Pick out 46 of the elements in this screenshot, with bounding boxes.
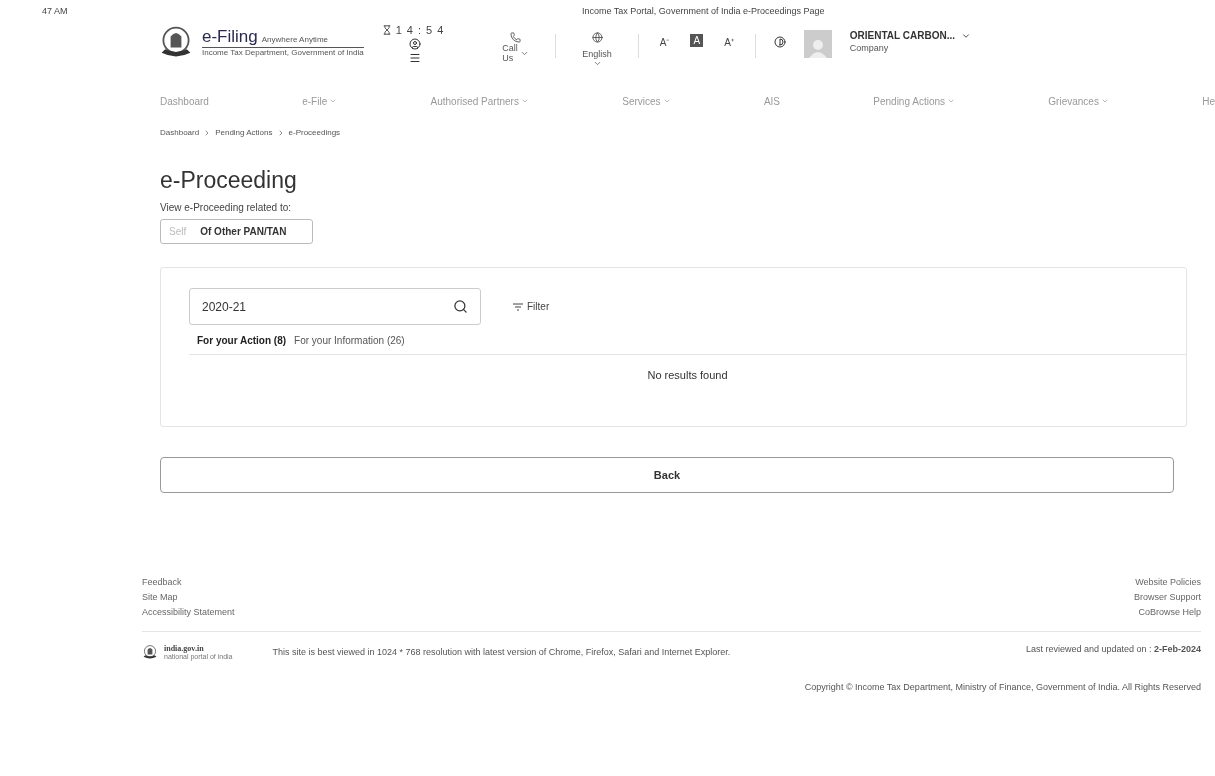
font-size-button[interactable]: A xyxy=(690,34,704,47)
page-title: Income Tax Portal, Government of India e-Proceedings Page xyxy=(582,6,825,18)
hourglass-icon xyxy=(381,25,392,35)
font-size-button[interactable]: A⁻ xyxy=(656,34,673,50)
empty-message: No results found xyxy=(647,369,728,381)
phone-icon xyxy=(510,32,522,43)
print-time: 47 AM xyxy=(42,6,69,18)
breadcrumb-link[interactable]: e-Proceedings xyxy=(288,128,341,137)
font-size-button[interactable]: A⁺ xyxy=(721,34,737,50)
breadcrumb-link[interactable]: Pending Actions xyxy=(215,128,273,137)
footer-link[interactable]: Website Policies xyxy=(1135,577,1201,587)
globe-icon xyxy=(591,32,603,43)
emblem-icon xyxy=(142,644,158,660)
tab[interactable]: For your Information (26) xyxy=(294,335,405,346)
logo-subtitle: Income Tax Department, Government of India xyxy=(202,47,364,57)
filter-icon xyxy=(513,302,523,311)
search-field[interactable]: 2020-21 xyxy=(189,288,481,325)
tab[interactable]: For your Action (8) xyxy=(197,335,287,346)
user-icon[interactable] xyxy=(409,38,421,50)
footer-link[interactable]: CoBrowse Help xyxy=(1138,607,1201,617)
call-us-link[interactable]: Call Us xyxy=(502,43,521,63)
caret-icon xyxy=(592,59,602,68)
related-label: View e-Proceeding related to: xyxy=(160,202,292,213)
logo-tagline: Anywhere Anytime xyxy=(261,35,328,44)
portal-name[interactable]: india.gov.in xyxy=(164,644,233,653)
footer-link[interactable]: Browser Support xyxy=(1133,592,1201,602)
user-name[interactable]: ORIENTAL CARBON... xyxy=(849,30,955,41)
toggle-option[interactable]: Of Other PAN/TAN xyxy=(200,226,287,237)
page-heading: e-Proceeding xyxy=(160,167,298,194)
avatar-icon xyxy=(803,30,832,58)
menu-icon[interactable] xyxy=(409,52,421,64)
last-reviewed: Last reviewed and updated on : 2-Feb-2024 xyxy=(1025,644,1201,654)
filter-button[interactable]: Filter xyxy=(507,300,556,313)
breadcrumb-link[interactable]: Dashboard xyxy=(160,128,200,137)
logo-title: e-Filing xyxy=(202,27,258,47)
language-selector[interactable]: English xyxy=(582,49,612,59)
browser-note: This site is best viewed in 1024 * 768 resolution with latest version of Chrome, Firefox, Safari and Internet Explorer. xyxy=(272,647,731,657)
back-button[interactable]: Back xyxy=(160,457,1174,493)
footer-link[interactable]: Feedback xyxy=(142,577,182,587)
contrast-icon[interactable] xyxy=(773,36,786,48)
session-timer: 14:54 xyxy=(395,24,449,36)
footer-link[interactable]: Site Map xyxy=(142,592,178,602)
user-role: Company xyxy=(849,43,890,53)
search-icon[interactable] xyxy=(453,299,468,314)
footer-link[interactable]: Accessibility Statement xyxy=(142,607,235,617)
copyright: Copyright © Income Tax Department, Ministry of Finance, Government of India. All Rights Reserved xyxy=(804,682,1201,692)
